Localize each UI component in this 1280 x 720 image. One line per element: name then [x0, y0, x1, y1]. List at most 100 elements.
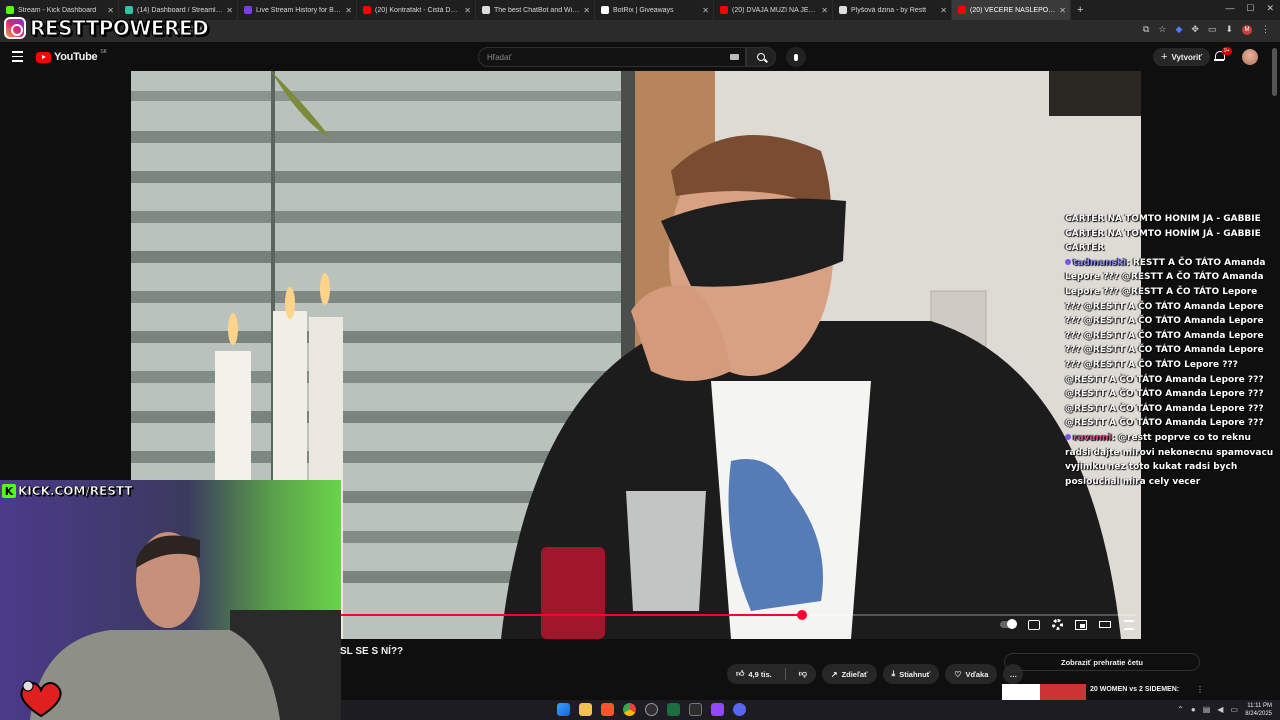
download-icon: ⤓: [891, 669, 896, 678]
cast-icon[interactable]: ⧉: [1143, 24, 1149, 35]
recommended-thumbnail[interactable]: [1002, 684, 1086, 700]
tab-favicon-icon: [839, 6, 847, 14]
voice-search-button[interactable]: [786, 47, 806, 67]
chat-message: ravanni: @restt poprve co to reknu radsi…: [1065, 431, 1275, 489]
share-button[interactable]: ↗ Zdieľať: [821, 664, 877, 684]
settings-gear-icon[interactable]: [1052, 619, 1063, 630]
extension-icon[interactable]: ◆: [1175, 24, 1182, 35]
search-input[interactable]: Hľadať: [478, 47, 746, 67]
maximize-icon[interactable]: ☐: [1246, 3, 1254, 14]
restt-powered-logo: RESTTPOWERED: [4, 14, 209, 42]
browser-menu-icon[interactable]: ⋮: [1261, 24, 1270, 35]
tab-title: BotRix | Giveaways: [613, 6, 674, 14]
taskbar-clock[interactable]: 11:11 PM 8/24/2025: [1245, 702, 1272, 718]
browser-tab[interactable]: (20) DVAJA MUŽI NA JEDNOM✕: [714, 0, 833, 20]
minimize-icon[interactable]: —: [1225, 3, 1234, 14]
browser-tab[interactable]: (20) Kontrafakt - Čistá Duša pre✕: [357, 0, 476, 20]
thumbs-up-icon: 👍︎: [736, 669, 745, 678]
terminal-icon[interactable]: [689, 703, 702, 716]
download-icon[interactable]: ⬇: [1225, 24, 1233, 35]
clock-date: 8/24/2025: [1245, 711, 1272, 717]
close-window-icon[interactable]: ✕: [1266, 3, 1274, 14]
user-avatar[interactable]: [1242, 49, 1258, 65]
video-title: SL SE S NÍ??: [340, 646, 404, 657]
plus-icon: +: [1161, 51, 1168, 63]
tray-volume-icon[interactable]: ◀: [1217, 705, 1223, 714]
browser-tab[interactable]: BotRix | Giveaways ✕: [595, 0, 714, 20]
tray-mic-icon[interactable]: ●: [1191, 705, 1196, 714]
brave-browser-icon[interactable]: [601, 703, 614, 716]
tab-title: Live Stream History for Blerp St: [256, 6, 342, 14]
sidebar-icon[interactable]: ▭: [1208, 24, 1217, 35]
chat-badge-icon: [1065, 433, 1071, 440]
youtube-play-icon: [36, 51, 51, 63]
browser-tab[interactable]: Live Stream History for Blerp St✕: [238, 0, 357, 20]
discord-icon[interactable]: [733, 703, 746, 716]
create-button[interactable]: + Vytvoriť: [1153, 48, 1211, 66]
obs-icon[interactable]: [645, 703, 658, 716]
share-label: Zdieľať: [841, 669, 868, 679]
recommended-title[interactable]: 20 WOMEN vs 2 SIDEMEN:: [1090, 686, 1179, 693]
new-tab-button[interactable]: +: [1077, 4, 1083, 16]
tab-close-icon[interactable]: ✕: [226, 6, 233, 15]
video-progress-bar[interactable]: [341, 610, 1136, 620]
miniplayer-icon[interactable]: [1075, 619, 1087, 630]
like-button[interactable]: 👍︎ 4,9 tis.: [727, 664, 781, 684]
fullscreen-icon[interactable]: [1123, 619, 1135, 630]
tab-close-icon[interactable]: ✕: [464, 6, 471, 15]
youtube-header: YouTube SK Hľadať + Vytvoriť 9+: [0, 42, 1280, 72]
tab-favicon-icon: [363, 6, 371, 14]
tab-close-icon[interactable]: ✕: [1059, 6, 1066, 15]
player-controls: [1000, 619, 1135, 630]
page-scrollbar[interactable]: [1272, 48, 1277, 96]
twitch-icon[interactable]: [711, 703, 724, 716]
youtube-logo[interactable]: YouTube SK: [36, 49, 107, 63]
video-actions: 👍︎ 4,9 tis. 👎︎ ↗ Zdieľať ⤓ Stiahnuť ♡ Vďaka …: [727, 664, 1024, 684]
tray-battery-icon[interactable]: ▭: [1230, 705, 1238, 714]
recommended-menu-icon[interactable]: ⋮: [1196, 685, 1204, 694]
profile-avatar[interactable]: M: [1242, 24, 1252, 35]
file-explorer-icon[interactable]: [579, 703, 592, 716]
tab-title: (14) Dashboard / Streamlabs: [137, 6, 224, 14]
tab-title: (20) VEČERE NASLEPO - STV: [970, 6, 1056, 14]
tab-close-icon[interactable]: ✕: [345, 6, 352, 15]
autoplay-toggle[interactable]: [1000, 619, 1017, 629]
chrome-icon[interactable]: [623, 703, 636, 716]
hamburger-menu-icon[interactable]: [12, 51, 23, 62]
browser-tab[interactable]: The best ChatBot and Widgets ✕: [476, 0, 595, 20]
thanks-button[interactable]: ♡ Vďaka: [945, 664, 998, 684]
tab-close-icon[interactable]: ✕: [702, 6, 709, 15]
tray-chevron-icon[interactable]: ⌃: [1177, 705, 1184, 714]
download-button[interactable]: ⤓ Stiahnuť: [882, 664, 940, 684]
search-placeholder: Hľadať: [487, 52, 512, 62]
tab-close-icon[interactable]: ✕: [821, 6, 828, 15]
tab-close-icon[interactable]: ✕: [940, 6, 947, 15]
show-chat-replay-button[interactable]: Zobraziť prehratie četu: [1004, 653, 1200, 671]
notification-badge: 9+: [1222, 47, 1232, 55]
chat-username: tadmanski: [1073, 257, 1127, 268]
heart-mascot-icon: [20, 680, 62, 718]
tab-favicon-icon: [958, 6, 966, 14]
subtitles-icon[interactable]: [1028, 619, 1040, 630]
chat-username: ravanni: [1073, 432, 1112, 443]
theater-mode-icon[interactable]: [1099, 621, 1111, 628]
windows-taskbar: ⌃ ● ▤ ◀ ▭ 11:11 PM 8/24/2025: [341, 700, 1280, 720]
excel-icon[interactable]: [667, 703, 680, 716]
keyboard-icon[interactable]: [730, 54, 739, 60]
search-button[interactable]: [746, 47, 776, 67]
dislike-button[interactable]: 👎︎: [790, 664, 816, 684]
kick-channel-url: KICK.COM/RESTT: [18, 484, 133, 499]
bookmark-star-icon[interactable]: ☆: [1158, 24, 1166, 35]
extensions-puzzle-icon[interactable]: ✥: [1191, 24, 1199, 35]
browser-tab-active[interactable]: (20) VEČERE NASLEPO - STV✕: [952, 0, 1071, 20]
windows-start-icon[interactable]: [557, 703, 570, 716]
recommended-video[interactable]: 20 WOMEN vs 2 SIDEMEN: ⋮: [1002, 684, 1204, 700]
tab-close-icon[interactable]: ✕: [583, 6, 590, 15]
window-controls: — ☐ ✕: [1225, 3, 1274, 14]
tray-network-icon[interactable]: ▤: [1203, 705, 1211, 714]
tab-title: (20) DVAJA MUŽI NA JEDNOM: [732, 6, 819, 14]
microphone-icon: [794, 53, 798, 61]
tab-favicon-icon: [6, 6, 14, 14]
browser-tab[interactable]: Plyšová dzina - by Restt ✕: [833, 0, 952, 20]
region-code: SK: [100, 49, 107, 55]
